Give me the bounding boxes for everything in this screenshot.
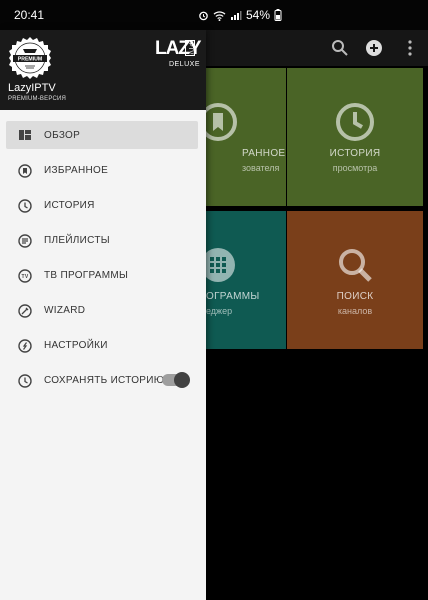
- tile-history[interactable]: ИСТОРИЯ просмотра: [287, 68, 423, 206]
- premium-badge-icon: PREMIUM: [9, 37, 51, 79]
- dashboard-icon: [19, 130, 31, 140]
- status-icons: 54%: [198, 8, 282, 22]
- menu-item-label: ИСТОРИЯ: [44, 200, 95, 211]
- svg-text:TV: TV: [22, 274, 29, 280]
- wifi-icon: [213, 10, 226, 21]
- toggle-knob: [174, 372, 190, 388]
- history-save-icon: [18, 373, 32, 388]
- status-time: 20:41: [14, 8, 45, 22]
- tile-subtitle: каналов: [337, 306, 373, 316]
- menu-item-settings[interactable]: НАСТРОЙКИ: [0, 328, 206, 363]
- save-history-toggle[interactable]: [162, 372, 190, 388]
- logo-tv: IPTV: [185, 40, 195, 56]
- menu-item-favorites[interactable]: ИЗБРАННОЕ: [0, 153, 206, 188]
- menu-item-label: ПЛЕЙЛИСТЫ: [44, 235, 110, 246]
- tile-search[interactable]: ПОИСК каналов: [287, 211, 423, 349]
- menu-item-save-history[interactable]: СОХРАНЯТЬ ИСТОРИЮ: [0, 363, 206, 398]
- bookmark-icon: [18, 163, 32, 178]
- tile-title: ИСТОРИЯ: [329, 148, 381, 159]
- menu-item-tv-guide[interactable]: TV ТВ ПРОГРАММЫ: [0, 258, 206, 293]
- menu-item-label: ИЗБРАННОЕ: [44, 165, 109, 176]
- app-version: PREMIUM-ВЕРСИЯ: [8, 96, 67, 102]
- wizard-icon: [18, 303, 32, 318]
- alarm-icon: [199, 11, 208, 20]
- tile-title: ПОИСК: [336, 291, 374, 302]
- add-circle-icon[interactable]: [364, 38, 384, 58]
- menu-item-history[interactable]: ИСТОРИЯ: [0, 188, 206, 223]
- badge-text: PREMIUM: [18, 57, 43, 63]
- app-name: LazyIPTV: [8, 82, 56, 94]
- navigation-drawer: PREMIUM LAZY IPTV DELUXE LazyIPTV PREMIU…: [0, 30, 206, 600]
- tile-subtitle: просмотра: [332, 163, 378, 173]
- clock-icon: [336, 103, 374, 141]
- battery-percent: 54%: [246, 8, 271, 22]
- clock-icon: [18, 198, 32, 213]
- menu-item-label: НАСТРОЙКИ: [44, 340, 108, 351]
- menu-item-wizard[interactable]: WIZARD: [0, 293, 206, 328]
- signal-icon: [231, 10, 242, 20]
- menu-item-playlists[interactable]: ПЛЕЙЛИСТЫ: [0, 223, 206, 258]
- menu-item-label: WIZARD: [44, 305, 86, 316]
- logo-sub: DELUXE: [169, 61, 201, 68]
- app-logo: LAZY IPTV DELUXE: [155, 36, 202, 76]
- tv-guide-icon: TV: [18, 268, 32, 283]
- search-icon: [339, 249, 372, 282]
- drawer-menu: ОБЗОР ИЗБРАННОЕ ИСТОРИЯ ПЛЕЙЛИСТЫ TV ТВ …: [0, 118, 206, 398]
- battery-icon: [274, 9, 282, 21]
- search-icon[interactable]: [330, 38, 350, 58]
- menu-item-overview[interactable]: ОБЗОР: [6, 121, 198, 149]
- playlist-icon: [18, 233, 32, 248]
- menu-item-label: ОБЗОР: [44, 129, 81, 141]
- more-vert-icon[interactable]: [400, 38, 420, 58]
- settings-icon: [18, 338, 32, 353]
- drawer-header: PREMIUM LAZY IPTV DELUXE LazyIPTV PREMIU…: [0, 30, 206, 110]
- menu-item-label: ТВ ПРОГРАММЫ: [44, 270, 129, 281]
- menu-item-label: СОХРАНЯТЬ ИСТОРИЮ: [44, 375, 165, 386]
- status-bar: 20:41 54%: [0, 0, 428, 30]
